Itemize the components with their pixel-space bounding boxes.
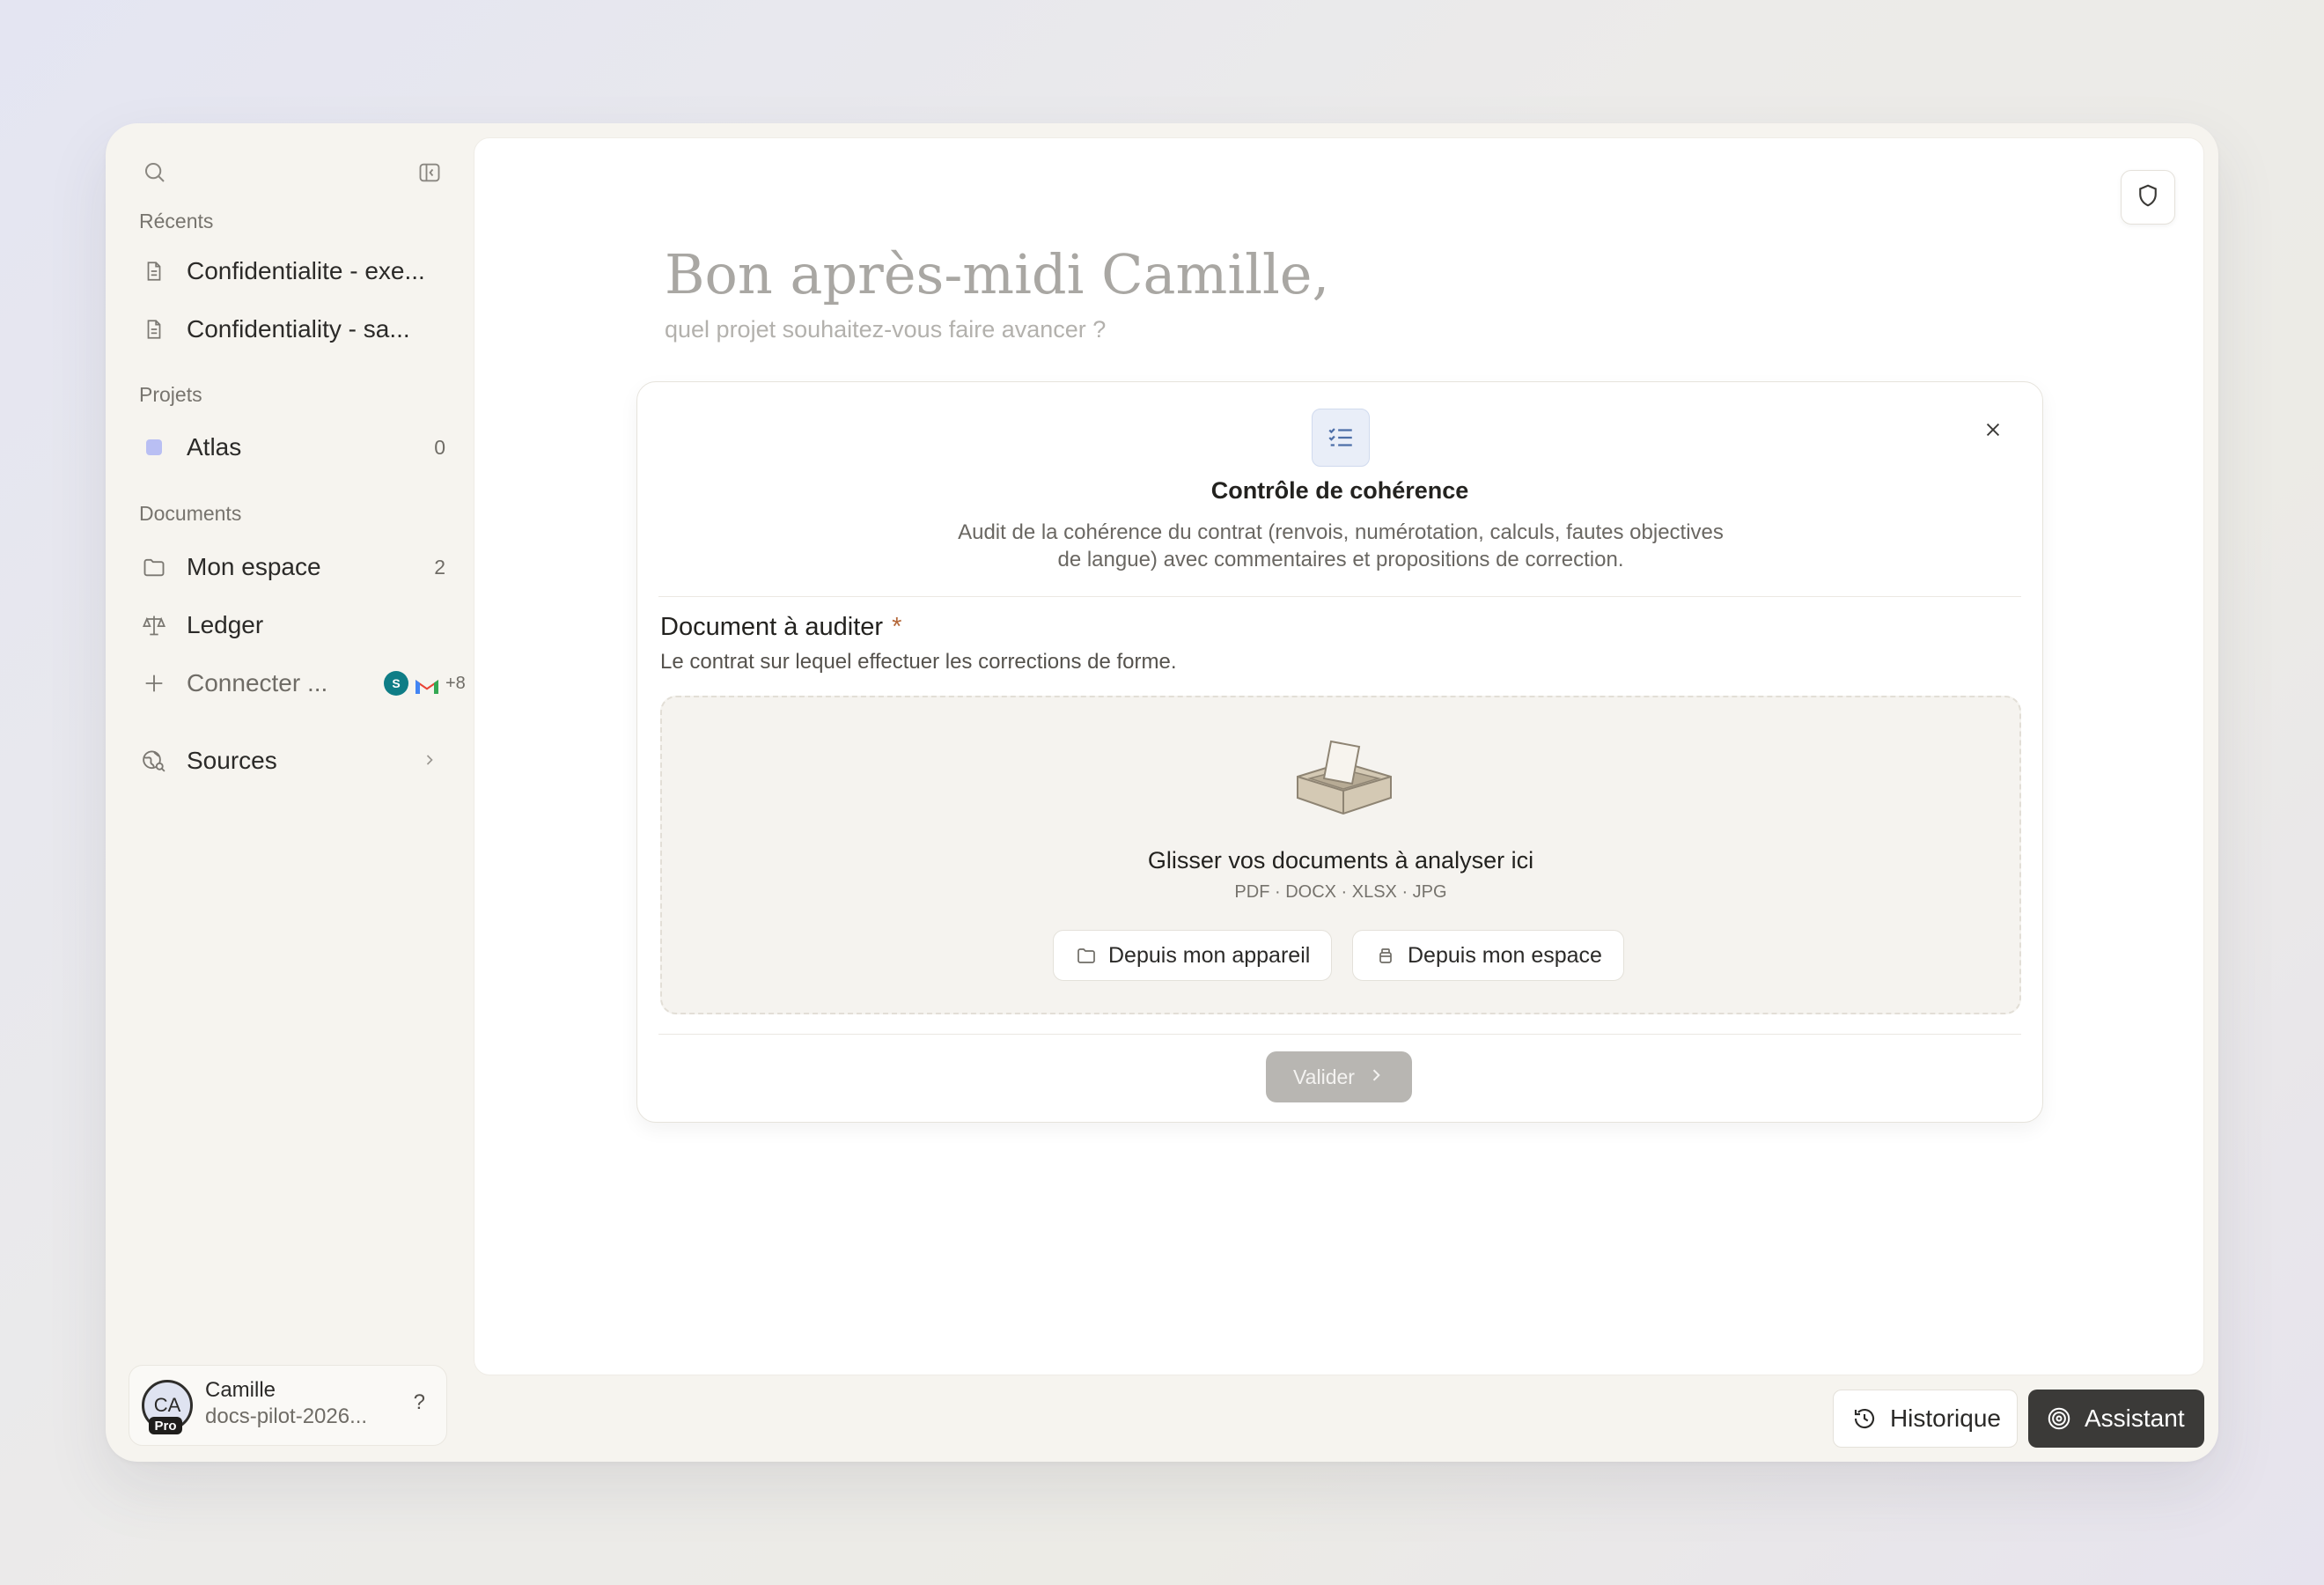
archive-icon [1374, 944, 1397, 967]
button-label: Assistant [2085, 1404, 2185, 1432]
close-icon[interactable] [1977, 414, 2009, 446]
item-count: 2 [434, 555, 445, 579]
folder-icon [1075, 944, 1098, 967]
button-label: Historique [1889, 1404, 2001, 1432]
project-color-icon [139, 432, 169, 462]
upload-from-device-button[interactable]: Depuis mon appareil [1053, 930, 1333, 981]
search-icon[interactable] [137, 155, 173, 190]
shield-icon [2135, 182, 2161, 213]
help-button[interactable]: ? [414, 1390, 425, 1415]
file-dropzone[interactable]: Glisser vos documents à analyser ici PDF… [660, 696, 2021, 1014]
more-connectors-count: +8 [445, 673, 466, 693]
inbox-tray-icon [1291, 736, 1396, 817]
document-icon [139, 314, 169, 344]
sidebar-item-label: Connecter ... [187, 669, 328, 697]
app-window: Récents Confidentialite - exe... Confide… [106, 123, 2218, 1462]
field-label-text: Document à auditer [660, 613, 884, 641]
field-label: Document à auditer * [660, 613, 901, 642]
chevron-right-icon [1367, 1065, 1385, 1089]
user-profile-card[interactable]: CA Pro Camille docs-pilot-2026... ? [129, 1365, 447, 1446]
checklist-icon [1312, 409, 1370, 467]
projects-heading: Projets [139, 383, 202, 406]
divider [658, 596, 2021, 597]
globe-search-icon [139, 746, 169, 776]
project-item-atlas[interactable]: Atlas 0 [139, 424, 447, 470]
documents-heading: Documents [139, 502, 242, 525]
folder-icon [139, 552, 169, 582]
workflow-title: Contrôle de cohérence [1210, 477, 1469, 504]
assistant-spiral-icon [2044, 1404, 2074, 1434]
chevron-right-icon [421, 747, 438, 775]
button-label: Valider [1293, 1065, 1355, 1088]
workflow-card: Contrôle de cohérence Audit de la cohére… [636, 381, 2043, 1123]
user-organization: docs-pilot-2026... [205, 1404, 368, 1428]
project-label: Atlas [187, 433, 242, 461]
plus-icon [139, 668, 169, 698]
main-panel: Bon après-midi Camille, quel projet souh… [474, 137, 2204, 1375]
sidebar-item-label: Ledger [187, 611, 264, 638]
recent-item-label: Confidentialite - exe... [187, 257, 425, 284]
accepted-formats: PDF · DOCX · XLSX · JPG [1234, 882, 1447, 902]
recent-item[interactable]: Confidentialite - exe... [139, 248, 447, 294]
sidebar-item-label: Mon espace [187, 553, 321, 580]
sidebar: Récents Confidentialite - exe... Confide… [106, 123, 475, 1462]
sidebar-toolbar [137, 155, 445, 190]
recent-item-label: Confidentiality - sa... [187, 315, 410, 343]
user-name: Camille [205, 1378, 276, 1402]
dropzone-title: Glisser vos documents à analyser ici [1147, 847, 1534, 874]
recent-item[interactable]: Confidentiality - sa... [139, 306, 447, 352]
sidebar-item-label: Sources [187, 747, 277, 774]
collapse-sidebar-icon[interactable] [412, 155, 447, 190]
sidebar-item-mon-espace[interactable]: Mon espace 2 [139, 544, 447, 590]
validate-button[interactable]: Valider [1266, 1051, 1412, 1102]
button-label: Depuis mon appareil [1108, 942, 1311, 968]
greeting-subtitle: quel projet souhaitez-vous faire avancer… [665, 316, 1107, 343]
greeting-title: Bon après-midi Camille, [665, 242, 1330, 306]
document-icon [139, 256, 169, 286]
gmail-icon [414, 674, 440, 694]
sidebar-item-ledger[interactable]: Ledger [139, 602, 447, 648]
button-label: Depuis mon espace [1408, 942, 1602, 968]
required-mark: * [892, 613, 902, 641]
divider [658, 1034, 2021, 1035]
recents-heading: Récents [139, 210, 214, 232]
sidebar-item-sources[interactable]: Sources [139, 738, 447, 784]
sharepoint-icon: S [384, 671, 408, 696]
scale-icon [139, 610, 169, 640]
assistant-button[interactable]: Assistant [2028, 1390, 2204, 1448]
upload-from-space-button[interactable]: Depuis mon espace [1352, 930, 1624, 981]
privacy-shield-button[interactable] [2121, 170, 2175, 225]
history-clock-icon [1850, 1404, 1879, 1434]
plan-badge: Pro [149, 1417, 182, 1434]
workflow-description: Audit de la cohérence du contrat (renvoi… [958, 520, 1724, 571]
history-button[interactable]: Historique [1833, 1390, 2018, 1448]
project-count: 0 [434, 435, 445, 459]
field-help-text: Le contrat sur lequel effectuer les corr… [660, 650, 1177, 674]
connect-source-item[interactable]: Connecter ... S +8 [139, 660, 466, 706]
connector-icons: S +8 [384, 671, 466, 696]
